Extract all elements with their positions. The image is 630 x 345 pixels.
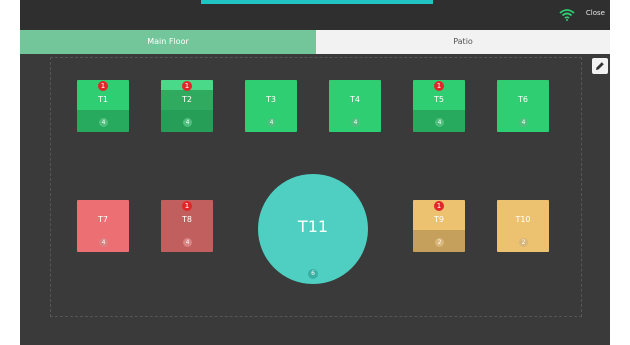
seat-count: 4 [519, 118, 528, 127]
top-bar: Close [20, 0, 610, 30]
seat-count: 4 [435, 118, 444, 127]
seat-count: 4 [267, 118, 276, 127]
seat-count: 4 [99, 238, 108, 247]
edit-layout-button[interactable] [592, 58, 608, 74]
table-t4[interactable]: T4 4 [329, 80, 381, 132]
seat-count: 4 [183, 118, 192, 127]
wifi-icon [559, 9, 575, 21]
order-badge: 1 [182, 201, 192, 211]
top-accent-bar [201, 0, 433, 4]
table-t6[interactable]: T6 4 [497, 80, 549, 132]
floor-canvas: T1 4 1 T2 4 1 T3 4 T4 4 T5 4 1 T6 4 T7 4… [20, 54, 610, 345]
seat-count: 4 [183, 238, 192, 247]
order-badge: 1 [434, 81, 444, 91]
table-t3[interactable]: T3 4 [245, 80, 297, 132]
table-t10[interactable]: T10 2 [497, 200, 549, 252]
close-button[interactable]: Close [586, 9, 605, 17]
table-t11[interactable]: T11 6 [258, 174, 368, 284]
order-badge: 1 [98, 81, 108, 91]
order-badge: 1 [182, 81, 192, 91]
table-name: T7 [98, 215, 108, 224]
seat-count: 2 [519, 238, 528, 247]
table-name: T9 [434, 215, 444, 224]
seat-count: 2 [435, 238, 444, 247]
table-name: T10 [515, 215, 531, 224]
order-badge: 1 [434, 201, 444, 211]
table-name: T6 [518, 95, 528, 104]
tab-main-floor[interactable]: Main Floor [20, 30, 316, 54]
seat-count: 4 [351, 118, 360, 127]
table-name: T1 [98, 95, 108, 104]
floor-tabs: Main Floor Patio [20, 30, 610, 54]
table-name: T8 [182, 215, 192, 224]
seat-count: 4 [99, 118, 108, 127]
table-name: T3 [266, 95, 276, 104]
table-name: T4 [350, 95, 360, 104]
table-name: T2 [182, 95, 192, 104]
pencil-icon [596, 62, 604, 70]
tab-patio[interactable]: Patio [316, 30, 610, 54]
table-t7[interactable]: T7 4 [77, 200, 129, 252]
floor-plan-app: Close Main Floor Patio T1 4 1 T2 4 1 T3 … [20, 0, 610, 345]
seat-count: 6 [308, 269, 318, 279]
table-name: T5 [434, 95, 444, 104]
table-name: T11 [297, 217, 329, 236]
